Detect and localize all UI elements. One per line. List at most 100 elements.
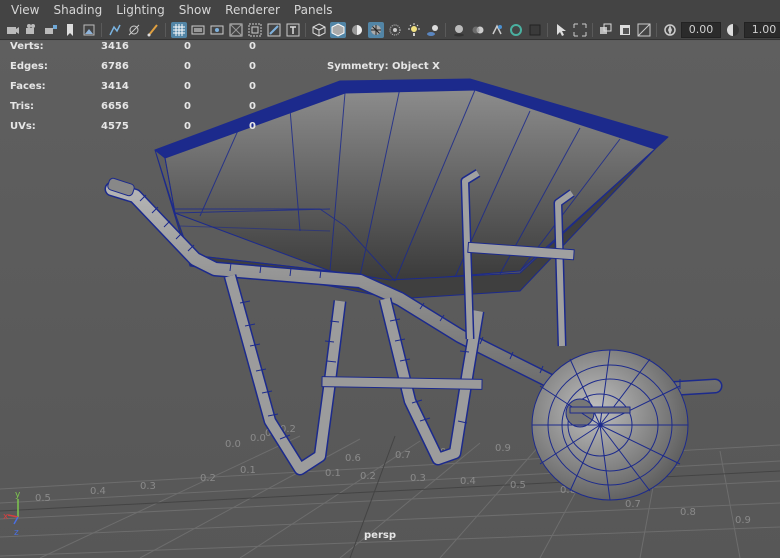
menu-panels[interactable]: Panels xyxy=(287,0,340,20)
grid-number-label: 0.5 xyxy=(35,493,51,504)
grid-number-label: 0.8 xyxy=(680,507,696,518)
grid-number-label: 0.3 xyxy=(410,473,426,484)
grid-number-label: 0.4 xyxy=(90,486,106,497)
toolbar-separator xyxy=(101,22,102,37)
menu-shading[interactable]: Shading xyxy=(46,0,109,20)
image-plane-icon[interactable] xyxy=(81,22,97,38)
toolbar-separator xyxy=(445,22,446,37)
hud-label: Faces: xyxy=(10,81,46,92)
menu-renderer[interactable]: Renderer xyxy=(218,0,287,20)
gamma-field[interactable] xyxy=(744,21,780,38)
grid-icon[interactable] xyxy=(170,21,187,38)
xray-icon[interactable] xyxy=(387,22,403,38)
panel-toolbar xyxy=(0,20,780,40)
grid-number-label: 0.9 xyxy=(495,443,511,454)
hud-value: 4575 xyxy=(101,121,129,132)
use-default-material-icon[interactable] xyxy=(349,22,365,38)
menu-lighting[interactable]: Lighting xyxy=(109,0,172,20)
camera-frame-icon[interactable] xyxy=(572,22,588,38)
perspective-viewport[interactable]: 0.9 0.8 0.7 0.6 0.5 0.4 0.3 0.2 0.1 0.0 0.1 0.2 0.3 0… xyxy=(0,41,780,558)
motion-blur-icon[interactable] xyxy=(470,22,486,38)
cross-brace xyxy=(321,376,483,390)
grid-number-label: 0.2 xyxy=(360,471,376,482)
axis-y-label: y xyxy=(15,490,21,500)
hud-row-edges: Edges: 6786 0 0 xyxy=(10,61,270,81)
hud-value: 0 xyxy=(249,41,256,52)
safe-action-icon[interactable] xyxy=(266,22,282,38)
menu-show[interactable]: Show xyxy=(172,0,218,20)
gate-mask-icon[interactable] xyxy=(228,22,244,38)
wheelbarrow-model xyxy=(104,78,723,501)
wireframe-on-shaded-icon[interactable] xyxy=(367,21,384,38)
hud-value: 3414 xyxy=(101,81,129,92)
gamma-icon[interactable] xyxy=(725,22,741,38)
field-chart-icon[interactable] xyxy=(247,22,263,38)
camera-lock-icon[interactable] xyxy=(43,22,59,38)
hud-row-verts: Verts: 3416 0 0 xyxy=(10,41,270,61)
hud-value: 6656 xyxy=(101,101,129,112)
hud-value: 0 xyxy=(249,81,256,92)
all-lights-icon[interactable] xyxy=(406,22,422,38)
depth-of-field-icon[interactable] xyxy=(508,22,524,38)
hud-label: UVs: xyxy=(10,121,36,132)
exposure-field[interactable] xyxy=(681,21,721,38)
paint-icon[interactable] xyxy=(145,22,161,38)
overscan-icon[interactable] xyxy=(598,22,614,38)
hud-value: 6786 xyxy=(101,61,129,72)
grid-number-label: 0.7 xyxy=(625,499,641,510)
hud-value: 0 xyxy=(184,61,191,72)
symmetry-status: Symmetry: Object X xyxy=(327,61,440,72)
hud-row-tris: Tris: 6656 0 0 xyxy=(10,101,270,121)
wheel-axle xyxy=(569,406,631,414)
hud-label: Verts: xyxy=(10,41,44,52)
toolbar-separator xyxy=(547,22,548,37)
hud-value: 0 xyxy=(184,41,191,52)
isolate-select-icon[interactable] xyxy=(527,22,543,38)
antialiasing-icon[interactable] xyxy=(489,22,505,38)
viewport-frame-icon[interactable] xyxy=(636,22,652,38)
grid-number-label: 0.0 xyxy=(225,439,241,450)
grid-number-label: 0.1 xyxy=(325,468,341,479)
toolbar-separator xyxy=(305,22,306,37)
poly-count-hud: Verts: 3416 0 0 Edges: 6786 0 0 Faces: 3… xyxy=(10,41,270,141)
ambient-occlusion-icon[interactable] xyxy=(451,22,467,38)
grid-number-label: 0.6 xyxy=(345,453,361,464)
hud-value: 3416 xyxy=(101,41,129,52)
axis-z-label: z xyxy=(14,528,19,538)
grid-number-label: 0.1 xyxy=(240,465,256,476)
film-gate-icon[interactable] xyxy=(190,22,206,38)
camera-select-icon[interactable] xyxy=(5,22,21,38)
hud-value: 0 xyxy=(184,101,191,112)
panel-menu-bar: View Shading Lighting Show Renderer Pane… xyxy=(0,0,780,20)
hud-value: 0 xyxy=(184,81,191,92)
xray-joints-icon[interactable] xyxy=(553,22,569,38)
wireframe-icon[interactable] xyxy=(311,22,327,38)
hud-label: Edges: xyxy=(10,61,48,72)
hud-value: 0 xyxy=(249,121,256,132)
hud-value: 0 xyxy=(249,61,256,72)
grid-number-label: 0.9 xyxy=(735,515,751,526)
axis-gizmo: y x z xyxy=(3,490,21,538)
uv-editor-icon[interactable] xyxy=(107,22,123,38)
menu-view[interactable]: View xyxy=(4,0,46,20)
pan-zoom-icon[interactable] xyxy=(617,22,633,38)
camera-attributes-icon[interactable] xyxy=(24,22,40,38)
safe-title-icon[interactable] xyxy=(285,22,301,38)
toolbar-separator xyxy=(165,22,166,37)
grid-number-label: 0.4 xyxy=(460,476,476,487)
snap-icon[interactable] xyxy=(126,22,142,38)
hud-row-faces: Faces: 3414 0 0 xyxy=(10,81,270,101)
bookmark-icon[interactable] xyxy=(62,22,78,38)
grid-number-label: 0.0 xyxy=(250,433,266,444)
grid-number-label: 0.7 xyxy=(395,450,411,461)
smooth-shade-icon[interactable] xyxy=(329,21,346,38)
resolution-gate-icon[interactable] xyxy=(209,22,225,38)
exposure-icon[interactable] xyxy=(662,22,678,38)
camera-name-label: persp xyxy=(364,530,396,541)
hud-value: 0 xyxy=(249,101,256,112)
grid-number-label: 0.3 xyxy=(140,481,156,492)
shadows-icon[interactable] xyxy=(425,22,441,38)
axis-x-label: x xyxy=(3,512,9,522)
grid-number-label: 0.5 xyxy=(510,480,526,491)
hud-row-uvs: UVs: 4575 0 0 xyxy=(10,121,270,141)
